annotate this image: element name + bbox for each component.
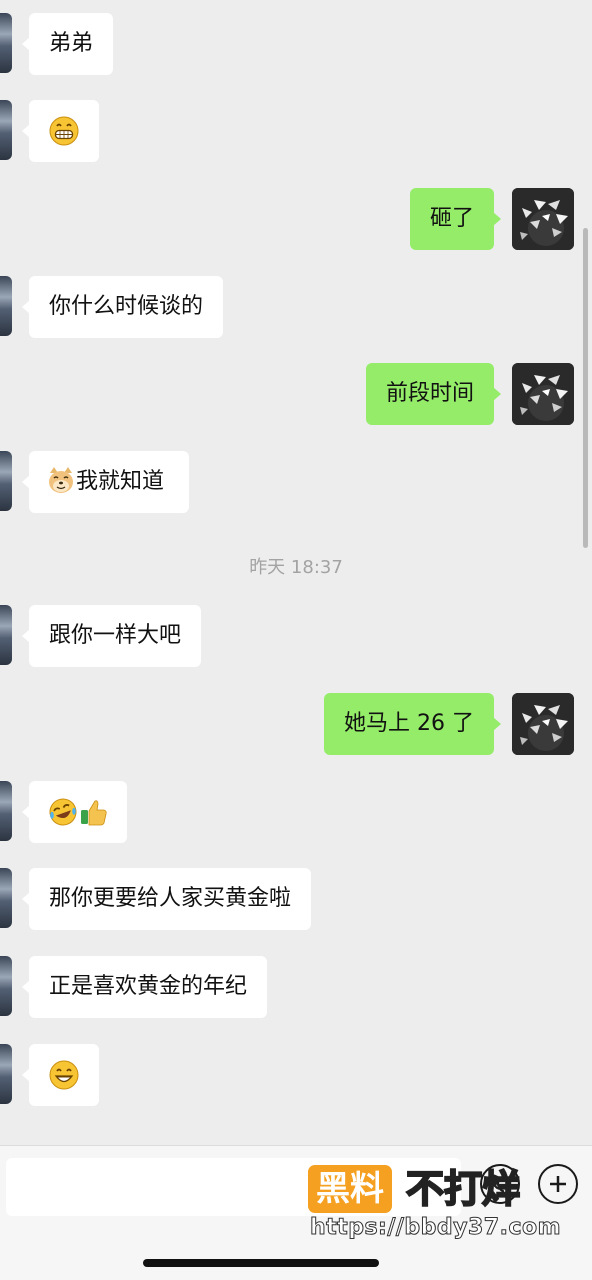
message-bubble[interactable] <box>22 1044 99 1106</box>
scrollbar[interactable] <box>583 228 588 548</box>
home-indicator <box>143 1259 379 1267</box>
grin-face-icon <box>49 116 79 146</box>
message-timestamp: 昨天 18:37 <box>249 557 343 578</box>
message-bubble[interactable]: 砸了 <box>409 188 502 250</box>
contact-avatar[interactable] <box>0 605 12 665</box>
contact-avatar[interactable] <box>0 276 12 336</box>
chat-screen: 弟弟 砸了 你什么时候谈的 前段时间 我就知道 昨天 18:37 跟你一样大吧 … <box>0 0 592 1280</box>
watermark: 黑料 不打烊 https://bbdy37.com <box>308 1165 562 1245</box>
my-avatar[interactable] <box>512 693 574 755</box>
message-bubble[interactable] <box>22 100 99 162</box>
watermark-tag: 黑料 <box>308 1165 392 1213</box>
my-avatar[interactable] <box>512 188 574 250</box>
doge-face-icon <box>49 467 73 493</box>
watermark-text: 不打烊 <box>405 1166 521 1212</box>
contact-avatar[interactable] <box>0 451 12 511</box>
message-bubble[interactable]: 你什么时候谈的 <box>21 276 224 338</box>
contact-avatar[interactable] <box>0 868 12 928</box>
contact-avatar[interactable] <box>0 13 12 73</box>
message-bubble[interactable]: 正是喜欢黄金的年纪 <box>21 956 268 1018</box>
message-bubble[interactable]: 跟你一样大吧 <box>21 605 202 667</box>
contact-avatar[interactable] <box>0 956 12 1016</box>
message-bubble[interactable]: 弟弟 <box>21 13 114 75</box>
contact-avatar[interactable] <box>0 781 12 841</box>
message-list[interactable]: 弟弟 砸了 你什么时候谈的 前段时间 我就知道 昨天 18:37 跟你一样大吧 … <box>0 0 592 1145</box>
message-text: 我就知道 <box>76 469 165 494</box>
contact-avatar[interactable] <box>0 1044 12 1104</box>
my-avatar[interactable] <box>512 363 574 425</box>
laugh-cry-face-icon <box>49 798 77 826</box>
contact-avatar[interactable] <box>0 100 12 160</box>
message-bubble[interactable]: 她马上 26 了 <box>324 693 501 755</box>
message-bubble[interactable]: 那你更要给人家买黄金啦 <box>21 868 312 930</box>
message-bubble[interactable] <box>22 781 127 843</box>
message-bubble[interactable]: 前段时间 <box>365 363 502 425</box>
thumbs-up-icon <box>81 800 107 826</box>
smile-face-icon <box>49 1060 79 1090</box>
watermark-url: https://bbdy37.com <box>309 1215 562 1241</box>
message-bubble[interactable]: 我就知道 <box>21 451 190 513</box>
